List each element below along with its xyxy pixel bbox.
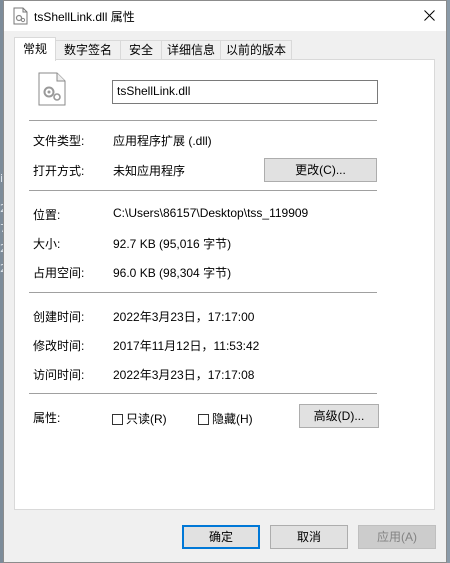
created-label: 创建时间: bbox=[33, 310, 85, 324]
dll-file-icon bbox=[13, 7, 28, 25]
general-panel: tsShellLink.dll 文件类型: 应用程序扩展 (.dll) 打开方式… bbox=[14, 59, 435, 510]
tab-previous-versions[interactable]: 以前的版本 bbox=[220, 40, 292, 60]
close-icon bbox=[424, 10, 435, 21]
checkbox-box[interactable] bbox=[112, 414, 123, 425]
created-value: 2022年3月23日，17:17:00 bbox=[113, 310, 255, 324]
title-bar[interactable]: tsShellLink.dll 属性 bbox=[4, 1, 446, 31]
readonly-label: 只读(R) bbox=[126, 412, 167, 426]
modified-label: 修改时间: bbox=[33, 339, 85, 353]
open-with-value: 未知应用程序 bbox=[113, 164, 186, 178]
separator bbox=[29, 190, 377, 191]
separator bbox=[29, 292, 377, 293]
accessed-label: 访问时间: bbox=[33, 368, 85, 382]
hidden-label: 隐藏(H) bbox=[212, 412, 253, 426]
size-value: 92.7 KB (95,016 字节) bbox=[113, 237, 232, 251]
separator bbox=[29, 120, 377, 121]
size-label: 大小: bbox=[33, 237, 61, 251]
hidden-checkbox[interactable]: 隐藏(H) bbox=[198, 410, 253, 427]
modified-value: 2017年11月12日，11:53:42 bbox=[113, 339, 260, 353]
location-label: 位置: bbox=[33, 208, 61, 222]
size-on-disk-value: 96.0 KB (98,304 字节) bbox=[113, 266, 232, 280]
readonly-checkbox[interactable]: 只读(R) bbox=[112, 410, 167, 427]
file-name-field[interactable]: tsShellLink.dll bbox=[112, 80, 378, 104]
tab-details[interactable]: 详细信息 bbox=[161, 40, 221, 60]
cancel-button[interactable]: 取消 bbox=[270, 525, 348, 549]
properties-dialog: tsShellLink.dll 属性 常规 数字签名 安全 详细信息 以前的版本… bbox=[3, 0, 447, 563]
advanced-button[interactable]: 高级(D)... bbox=[299, 404, 379, 428]
dll-file-icon bbox=[38, 72, 66, 106]
location-value: C:\Users\86157\Desktop\tss_119909 bbox=[113, 206, 309, 220]
open-with-label: 打开方式: bbox=[33, 164, 85, 178]
tab-digital-signatures[interactable]: 数字签名 bbox=[55, 40, 121, 60]
window-title: tsShellLink.dll 属性 bbox=[34, 10, 135, 24]
checkbox-box[interactable] bbox=[198, 414, 209, 425]
file-type-value: 应用程序扩展 (.dll) bbox=[113, 134, 212, 148]
change-button[interactable]: 更改(C)... bbox=[264, 158, 377, 182]
accessed-value: 2022年3月23日，17:17:08 bbox=[113, 368, 255, 382]
tab-security[interactable]: 安全 bbox=[120, 40, 162, 60]
tab-general[interactable]: 常规 bbox=[14, 37, 56, 61]
close-button[interactable] bbox=[412, 1, 446, 31]
separator bbox=[29, 393, 377, 394]
ok-button[interactable]: 确定 bbox=[182, 525, 260, 549]
size-on-disk-label: 占用空间: bbox=[33, 266, 85, 280]
file-type-label: 文件类型: bbox=[33, 134, 85, 148]
attributes-label: 属性: bbox=[33, 411, 61, 425]
apply-button[interactable]: 应用(A) bbox=[358, 525, 436, 549]
